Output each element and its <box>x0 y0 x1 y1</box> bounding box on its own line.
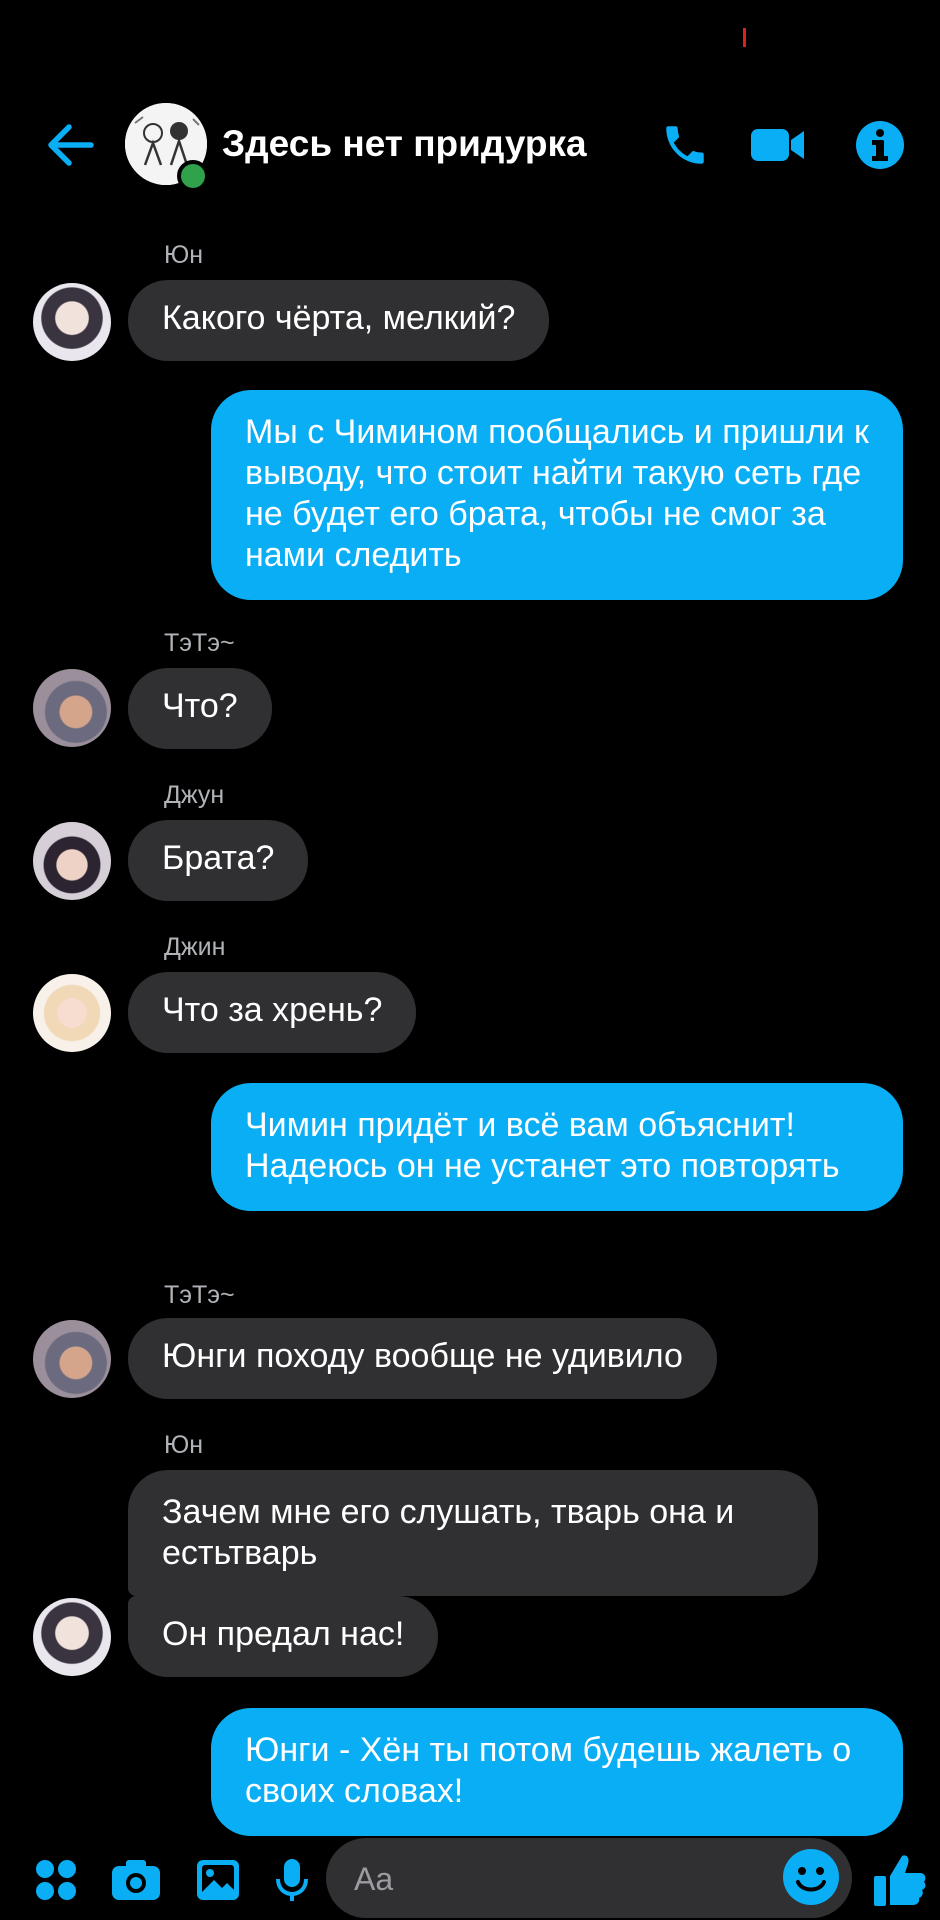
info-icon <box>856 121 904 169</box>
voice-call-button[interactable] <box>655 115 715 175</box>
composer-bar <box>0 1838 940 1920</box>
camera-icon <box>112 1860 160 1900</box>
message-input[interactable] <box>352 1838 756 1920</box>
back-arrow-icon <box>48 124 94 166</box>
online-status-dot <box>177 160 209 192</box>
sender-avatar[interactable] <box>33 974 111 1052</box>
chat-header: Здесь нет придурка <box>0 95 940 195</box>
incoming-message[interactable]: Юнги походу вообще не удивило <box>128 1318 717 1399</box>
outgoing-message[interactable]: Мы с Чимином пообщались и пришли к вывод… <box>211 390 903 600</box>
video-call-button[interactable] <box>748 115 808 175</box>
sender-avatar[interactable] <box>33 822 111 900</box>
like-button[interactable] <box>870 1852 930 1908</box>
sender-name: ТэТэ~ <box>164 1281 235 1309</box>
incoming-message[interactable]: Брата? <box>128 820 309 901</box>
emoji-icon <box>783 1849 839 1905</box>
four-dots-icon <box>36 1860 76 1900</box>
incoming-message[interactable]: Он предал нас! <box>128 1596 439 1677</box>
gallery-button[interactable] <box>190 1852 246 1908</box>
chat-title[interactable]: Здесь нет придурка <box>222 123 587 165</box>
back-button[interactable] <box>40 117 100 173</box>
sender-avatar[interactable] <box>33 283 111 361</box>
image-icon <box>197 1860 239 1900</box>
sender-name: Юн <box>164 1431 204 1459</box>
video-camera-icon <box>751 129 804 161</box>
sender-name: Джун <box>164 781 225 809</box>
info-button[interactable] <box>850 115 910 175</box>
sender-avatar[interactable] <box>33 1320 111 1398</box>
microphone-icon <box>276 1859 308 1901</box>
thumbs-up-icon <box>874 1855 926 1906</box>
incoming-message[interactable]: Что за хрень? <box>128 972 417 1053</box>
outgoing-message[interactable]: Чимин придёт и всё вам объяснит! Надеюсь… <box>211 1083 903 1211</box>
sender-avatar[interactable] <box>33 669 111 747</box>
incoming-message[interactable]: Что? <box>128 668 272 749</box>
outgoing-message[interactable]: Юнги - Хён ты потом будешь жалеть о свои… <box>211 1708 903 1836</box>
incoming-message[interactable]: Зачем мне его слушать, тварь она и естьт… <box>128 1470 818 1596</box>
emoji-button[interactable] <box>780 1846 842 1908</box>
sender-name: Джин <box>164 933 226 961</box>
status-bar-indicator <box>743 28 746 47</box>
sender-name: ТэТэ~ <box>164 629 235 657</box>
camera-button[interactable] <box>108 1852 164 1908</box>
phone-icon <box>666 126 704 164</box>
more-actions-button[interactable] <box>28 1852 84 1908</box>
sender-name: Юн <box>164 241 204 269</box>
message-input-container <box>326 1838 852 1920</box>
voice-record-button[interactable] <box>264 1852 320 1908</box>
sender-avatar[interactable] <box>33 1598 111 1676</box>
incoming-message[interactable]: Какого чёрта, мелкий? <box>128 280 550 361</box>
